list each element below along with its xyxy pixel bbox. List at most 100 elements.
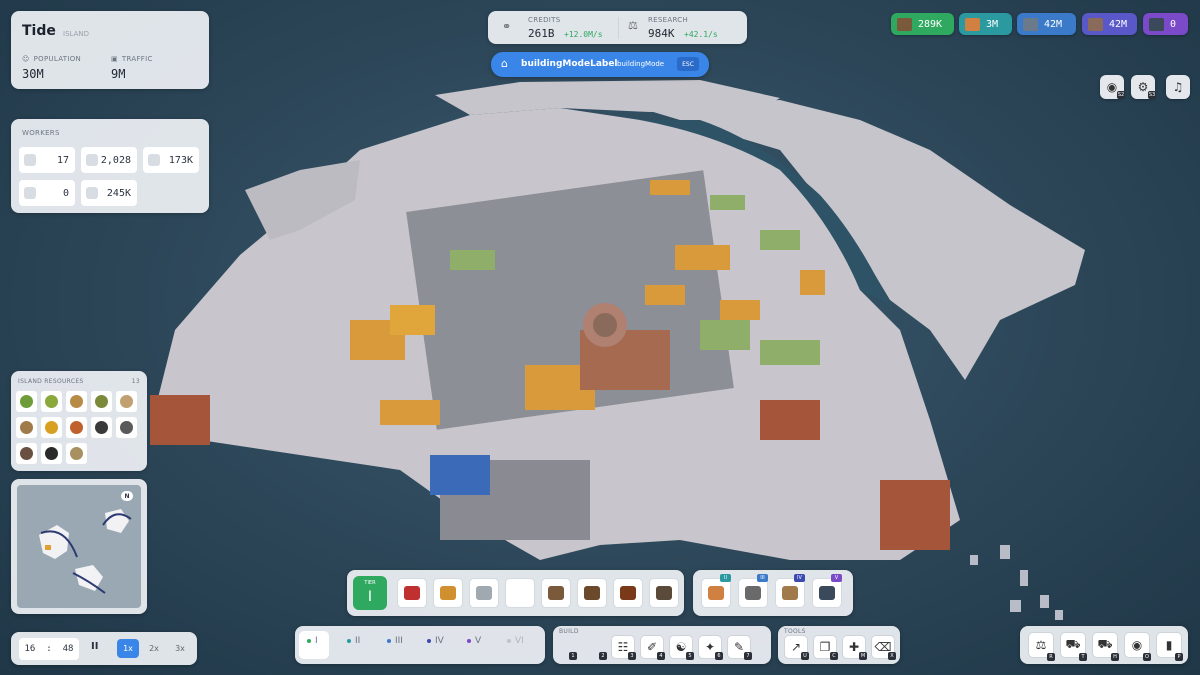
building-slot[interactable]	[397, 578, 427, 608]
build-tool-icon: ✦	[704, 640, 716, 654]
building-slot[interactable]	[613, 578, 643, 608]
stock-pill[interactable]: 42M	[1017, 13, 1076, 35]
stock-value: 289K	[918, 18, 943, 30]
tool-icon: ↗	[790, 640, 802, 654]
building-slot[interactable]	[505, 578, 535, 608]
build-toolbar: BUILD 1 2 ☷ 3 ✐ 4 ☯ 5 ✦ 6 ✎ 7	[553, 626, 771, 664]
resource-slot[interactable]	[16, 391, 37, 412]
tier-option-4[interactable]: IV	[427, 636, 444, 646]
camera-icon: ◉	[1106, 80, 1118, 94]
building-slot[interactable]	[469, 578, 499, 608]
tier-badge: IV	[794, 574, 805, 582]
resource-slot[interactable]	[91, 417, 112, 438]
resource-icon	[1023, 17, 1038, 31]
overlay-icon: ⛟	[1097, 637, 1113, 651]
resource-icon	[70, 447, 83, 460]
minimap-panel: N	[11, 479, 147, 614]
stock-pill[interactable]: 42M	[1082, 13, 1137, 35]
resource-slot[interactable]	[66, 417, 87, 438]
resource-slot[interactable]	[41, 443, 62, 464]
tier-selector: I II III IV V VI	[295, 626, 545, 664]
tier-option-6[interactable]: VI	[507, 636, 524, 646]
tier-label: TIER	[364, 580, 376, 586]
worker-chip[interactable]: 17	[19, 147, 75, 173]
tier-name: II	[355, 636, 361, 646]
tier-option-3[interactable]: III	[387, 636, 403, 646]
stock-pill[interactable]: 3M	[959, 13, 1012, 35]
building-slot[interactable]	[433, 578, 463, 608]
tier-option-1[interactable]: I	[307, 636, 318, 646]
tier-name: VI	[515, 636, 524, 646]
tier-dot	[507, 639, 511, 643]
upgrade-slot[interactable]: IV	[775, 574, 805, 608]
resource-slot[interactable]	[16, 443, 37, 464]
notifications-button[interactable]: ♫	[1166, 75, 1190, 99]
stock-value: 0	[1170, 18, 1177, 30]
resource-slot[interactable]	[66, 391, 87, 412]
hotkey-badge: H	[1111, 653, 1119, 661]
hotkey-badge: 1	[569, 652, 577, 660]
time-controls: 16:48 II 1x 2x 3x	[11, 632, 197, 665]
minimap[interactable]: N	[17, 485, 141, 608]
credits-rate: +12.0M/s	[564, 30, 603, 39]
camera-key: S2	[1117, 91, 1125, 99]
tier-dot	[467, 639, 471, 643]
upgrade-slot[interactable]: III	[738, 574, 768, 608]
worker-tier2-icon	[86, 154, 98, 166]
current-tier-badge[interactable]: TIER I	[353, 576, 387, 610]
pause-button[interactable]: II	[91, 641, 98, 652]
upgrade-slot[interactable]: V	[812, 574, 842, 608]
clock: 16:48	[19, 638, 79, 660]
upgrade-slot[interactable]: II	[701, 574, 731, 608]
building-icon	[584, 586, 600, 600]
mode-value: buildingMode	[617, 60, 665, 68]
speed-2x-button[interactable]: 2x	[143, 639, 165, 658]
esc-key[interactable]: ESC	[677, 57, 699, 71]
resource-slot[interactable]	[116, 417, 137, 438]
resource-icon	[20, 395, 33, 408]
building-palette: TIER I	[347, 570, 684, 616]
worker-chip[interactable]: 245K	[81, 180, 137, 206]
tier-dot	[387, 639, 391, 643]
speed-1x-button[interactable]: 1x	[117, 639, 139, 658]
resource-slot[interactable]	[116, 391, 137, 412]
settings-key: S3	[1148, 91, 1156, 99]
building-mode-banner[interactable]: ⌂ buildingModeLabel buildingMode ESC	[491, 52, 709, 77]
material-icon	[745, 586, 761, 600]
worker-chip[interactable]: 0	[19, 180, 75, 206]
building-slot[interactable]	[649, 578, 679, 608]
hotkey-badge: 3	[628, 652, 636, 660]
link-icon: ⚭	[502, 20, 512, 33]
speed-3x-button[interactable]: 3x	[169, 639, 191, 658]
building-icon	[476, 586, 492, 600]
tier-dot	[307, 639, 311, 643]
resource-slot[interactable]	[41, 417, 62, 438]
hotkey-badge: X	[888, 652, 896, 660]
tier-option-5[interactable]: V	[467, 636, 481, 646]
worker-chip[interactable]: 173K	[143, 147, 199, 173]
tier-option-2[interactable]: II	[347, 636, 360, 646]
building-icon	[548, 586, 564, 600]
building-slot[interactable]	[541, 578, 571, 608]
tier-name: IV	[435, 636, 444, 646]
building-slot[interactable]	[577, 578, 607, 608]
resources-grid	[16, 391, 137, 464]
stock-pill[interactable]: 289K	[891, 13, 954, 35]
resource-icon	[95, 421, 108, 434]
worker-chip[interactable]: 2,028	[81, 147, 137, 173]
city-name: Tide	[22, 23, 56, 39]
minimap-island	[75, 565, 103, 591]
credits-value: 261B	[528, 27, 555, 40]
resource-icon	[20, 421, 33, 434]
island-resources-panel: ISLAND RESOURCES 13	[11, 371, 147, 471]
economy-panel: ⚭ CREDITS 261B +12.0M/s ⚖ RESEARCH 984K …	[488, 11, 747, 44]
hotkey-badge: C	[830, 652, 838, 660]
resource-slot[interactable]	[16, 417, 37, 438]
resource-slot[interactable]	[66, 443, 87, 464]
hotkey-badge: T	[1079, 653, 1087, 661]
north-island	[435, 80, 780, 115]
resource-slot[interactable]	[41, 391, 62, 412]
stock-pill[interactable]: 0	[1143, 13, 1188, 35]
resource-slot[interactable]	[91, 391, 112, 412]
hotkey-badge: R	[1047, 653, 1055, 661]
